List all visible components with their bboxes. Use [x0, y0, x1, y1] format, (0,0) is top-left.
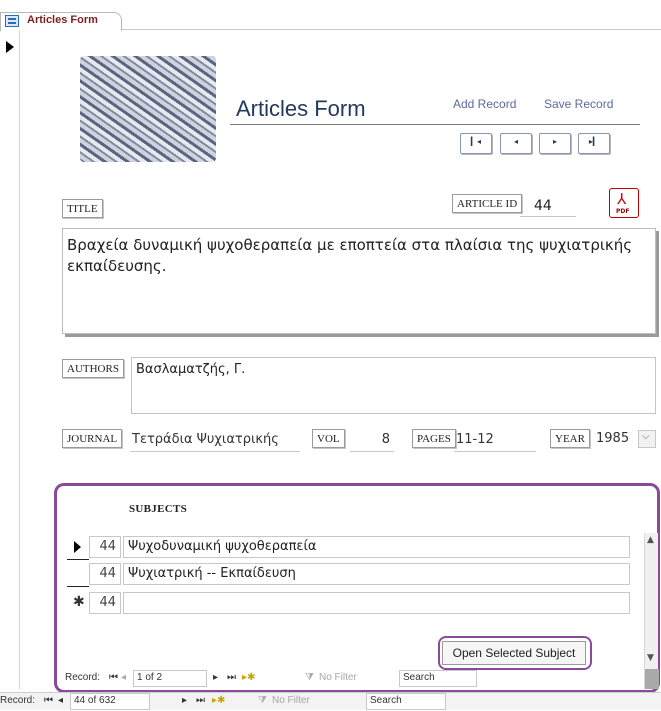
new-subject-name-cell[interactable] [123, 592, 630, 614]
next-record-icon: ▸ [552, 137, 557, 146]
current-record-arrow-icon [6, 41, 14, 53]
next-record-button[interactable]: ▸ [539, 133, 571, 154]
previous-record-icon: ◂ [513, 137, 518, 146]
previous-record-nav-icon[interactable]: ◂ [121, 672, 126, 683]
vol-label: VOL [312, 429, 345, 448]
first-record-nav-icon[interactable]: ⏮ [44, 695, 53, 706]
vol-underline [350, 451, 394, 452]
vol-field[interactable]: 8 [352, 432, 394, 447]
filter-status[interactable]: No Filter [319, 672, 357, 683]
authors-label: AUTHORS [62, 359, 124, 378]
pages-field[interactable]: 11-12 [454, 432, 534, 447]
form-icon [5, 15, 19, 27]
filter-icon[interactable]: ⧩ [258, 695, 267, 706]
search-input[interactable]: Search [366, 693, 446, 710]
scroll-thumb[interactable] [645, 669, 659, 689]
pages-underline [454, 451, 536, 452]
new-record-asterisk-icon: ✱ [73, 594, 85, 610]
subject-id-cell[interactable]: 44 [89, 563, 121, 585]
subjects-subform: SUBJECTS 44 Ψυχοδυναμική ψυχοθεραπεία 44… [54, 483, 660, 693]
row-selector[interactable] [67, 563, 89, 585]
subform-record-navigation: Record: ⏮ ◂ 1 of 2 ▸ ⏭ ▸✱ ⧩ No Filter Se… [61, 670, 641, 688]
year-combobox[interactable]: 1985 ⌵ [593, 428, 661, 450]
year-value[interactable]: 1985 [596, 431, 629, 446]
pdf-icon[interactable]: ⅄ PDF [609, 188, 639, 218]
row-selector-current[interactable] [67, 536, 89, 558]
form-record-navigation: Record: ⏮ ◂ 44 of 632 ▸ ⏭ ▸✱ ⧩ No Filter… [0, 692, 661, 710]
year-dropdown-button[interactable]: ⌵ [638, 430, 656, 448]
subject-id-cell[interactable]: 44 [89, 536, 121, 558]
article-id-value[interactable]: 44 [534, 198, 552, 214]
journal-field[interactable]: Τετράδια Ψυχιατρικής [130, 432, 300, 447]
previous-record-nav-icon[interactable]: ◂ [58, 695, 63, 706]
first-record-nav-icon[interactable]: ⏮ [109, 672, 118, 683]
title-field[interactable]: Βραχεία δυναμική ψυχοθεραπεία με εποπτεί… [62, 228, 656, 334]
next-record-nav-icon[interactable]: ▸ [213, 672, 218, 683]
logo-image [80, 56, 216, 162]
last-record-button[interactable]: ▸▎ [578, 133, 610, 154]
article-id-label: ARTICLE ID [452, 194, 523, 213]
open-selected-subject-button[interactable]: Open Selected Subject [442, 641, 586, 665]
title-label: TITLE [62, 199, 103, 218]
first-record-button[interactable]: ▎◂ [460, 133, 492, 154]
pages-label: PAGES [412, 429, 456, 448]
year-label: YEAR [550, 429, 590, 448]
subject-name-cell[interactable]: Ψυχοδυναμική ψυχοθεραπεία [123, 536, 630, 558]
article-id-underline [520, 216, 576, 217]
tab-label: Articles Form [27, 14, 98, 26]
journal-underline [130, 451, 300, 452]
last-record-nav-icon[interactable]: ⏭ [227, 672, 236, 683]
last-record-nav-icon[interactable]: ⏭ [196, 695, 205, 706]
next-record-nav-icon[interactable]: ▸ [182, 695, 187, 706]
filter-icon[interactable]: ⧩ [305, 672, 314, 683]
scroll-up-icon[interactable]: ▲ [647, 535, 654, 545]
first-record-icon: ▎◂ [470, 137, 482, 146]
acrobat-symbol-icon: ⅄ [617, 190, 627, 208]
tab-articles-form[interactable]: Articles Form [0, 12, 122, 31]
form-title: Articles Form [236, 96, 366, 121]
save-record-button[interactable]: Save Record [544, 97, 613, 111]
scroll-down-icon[interactable]: ▼ [647, 653, 654, 663]
record-position-input[interactable]: 1 of 2 [133, 670, 207, 687]
record-label: Record: [0, 695, 36, 706]
previous-record-button[interactable]: ◂ [500, 133, 532, 154]
new-subject-id-cell[interactable]: 44 [89, 592, 121, 614]
header-divider [230, 124, 640, 125]
row-divider [67, 559, 89, 560]
record-position-input[interactable]: 44 of 632 [70, 693, 150, 710]
journal-label: JOURNAL [62, 429, 123, 448]
record-selector-column[interactable] [0, 31, 20, 689]
row-divider [67, 586, 89, 587]
subject-name-cell[interactable]: Ψυχιατρική -- Εκπαίδευση [123, 563, 630, 585]
new-record-nav-icon[interactable]: ▸✱ [212, 695, 225, 706]
new-record-selector[interactable]: ✱ [67, 592, 89, 614]
new-record-nav-icon[interactable]: ▸✱ [242, 672, 255, 683]
add-record-button[interactable]: Add Record [453, 97, 516, 111]
subjects-label: SUBJECTS [129, 503, 188, 515]
filter-status[interactable]: No Filter [272, 695, 310, 706]
chevron-down-icon: ⌵ [642, 431, 650, 442]
pdf-tag: PDF [616, 208, 630, 215]
record-label: Record: [65, 672, 101, 683]
last-record-icon: ▸▎ [588, 137, 600, 146]
subform-scrollbar[interactable]: ▲ ▼ [644, 533, 659, 689]
search-input[interactable]: Search [399, 670, 477, 687]
authors-field[interactable]: Βασλαματζής, Γ. [131, 357, 656, 414]
